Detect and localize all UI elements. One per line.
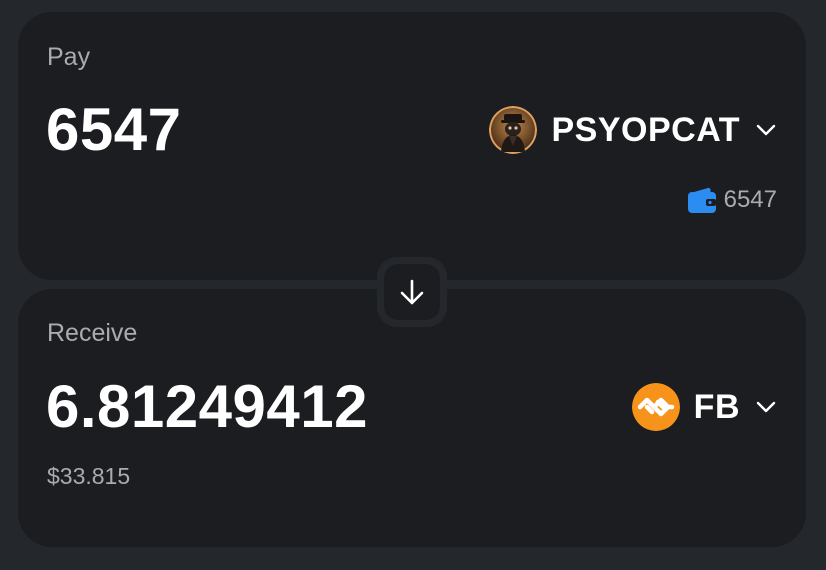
- pay-balance-value: 6547: [723, 186, 777, 213]
- receive-label: Receive: [47, 319, 138, 347]
- pay-balance[interactable]: 6547: [687, 186, 777, 214]
- receive-token-selector[interactable]: FB: [631, 383, 778, 431]
- pay-card: Pay 6547 PSYOPCAT 6547: [18, 12, 806, 280]
- psyopcat-avatar-icon: [489, 106, 538, 154]
- swap-direction-button[interactable]: [377, 257, 447, 327]
- chevron-down-icon: [756, 124, 776, 136]
- fb-token-icon: [631, 383, 680, 431]
- chevron-down-icon: [756, 401, 776, 413]
- receive-card: Receive 6.81249412 FB $33.815: [18, 289, 806, 547]
- receive-amount: 6.81249412: [46, 373, 368, 440]
- swap-widget: Pay 6547 PSYOPCAT 6547 Receive 6.8124941…: [0, 0, 826, 570]
- pay-token-selector[interactable]: PSYOPCAT: [489, 106, 778, 154]
- receive-token-symbol: FB: [693, 387, 740, 426]
- pay-amount-input[interactable]: 6547: [46, 95, 181, 164]
- swap-direction-inner[interactable]: [384, 264, 440, 320]
- pay-token-symbol: PSYOPCAT: [551, 110, 740, 149]
- receive-usd-value: $33.815: [47, 463, 131, 489]
- wallet-icon: [687, 187, 716, 213]
- arrow-down-icon: [400, 279, 424, 305]
- pay-label: Pay: [47, 43, 91, 71]
